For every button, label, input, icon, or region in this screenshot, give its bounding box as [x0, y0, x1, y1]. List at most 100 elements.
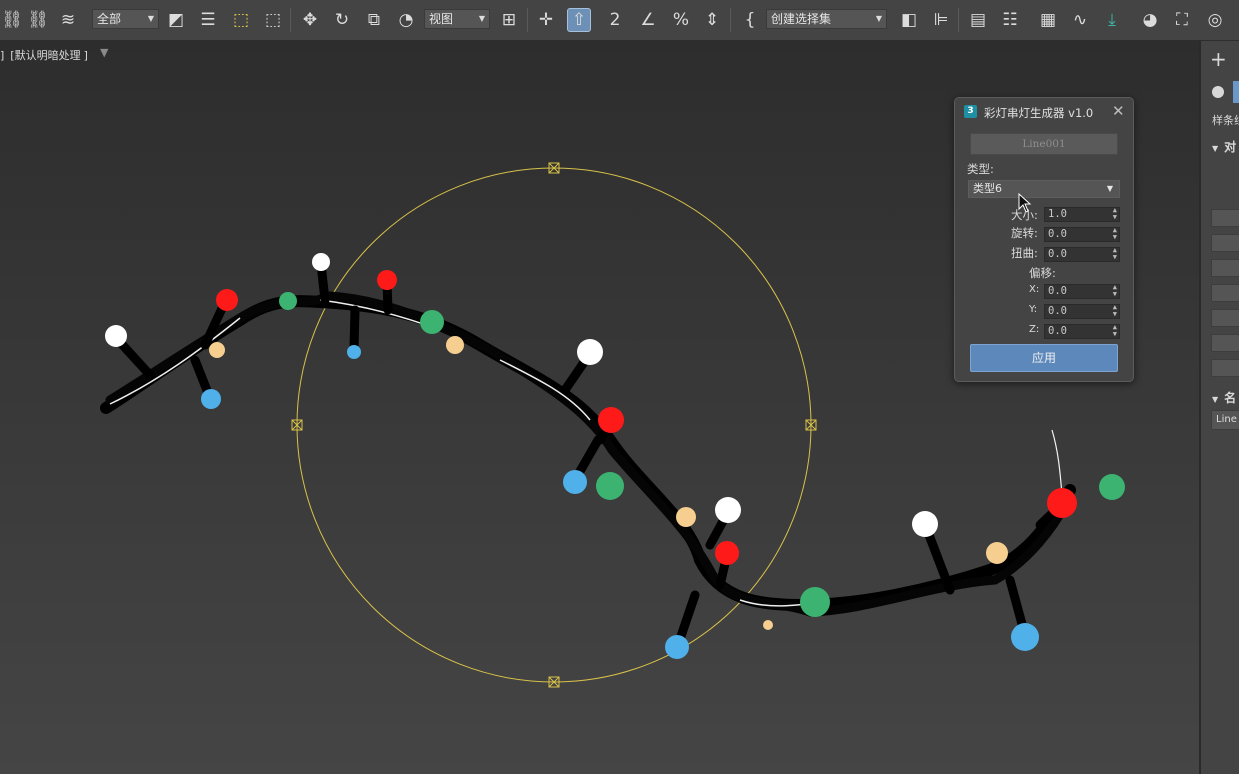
gizmo-handles[interactable]: [291, 162, 817, 688]
rectangular-selection-icon[interactable]: ⬚: [229, 8, 253, 32]
modify-tab-icon[interactable]: [1212, 86, 1224, 98]
layer-explorer-icon[interactable]: ☷: [998, 8, 1022, 32]
x-value: 0.0: [1048, 285, 1067, 297]
spinner-arrows-icon[interactable]: ▲ ▼: [1113, 207, 1117, 221]
link-icon[interactable]: ⛓: [0, 8, 24, 32]
bulb-white: [715, 497, 741, 523]
schematic-view-icon[interactable]: ⤓: [1100, 8, 1124, 32]
select-manipulate-icon[interactable]: ✛: [534, 8, 558, 32]
window-crossing-icon[interactable]: ⬚: [261, 8, 285, 32]
select-by-name-icon[interactable]: ☰: [196, 8, 220, 32]
type-dropdown[interactable]: 类型6 ▼: [968, 180, 1120, 198]
panel-button[interactable]: [1211, 284, 1239, 302]
twist-spinner[interactable]: 0.0 ▲ ▼: [1044, 247, 1120, 262]
bulb-white: [312, 253, 330, 271]
bulb-green: [596, 472, 624, 500]
type-dropdown-value: 类型6: [973, 182, 1002, 195]
selection-set-value: 创建选择集: [771, 12, 832, 26]
mouse-cursor-icon: [1018, 193, 1032, 213]
rotate-value: 0.0: [1048, 228, 1067, 240]
bulb-blue: [665, 635, 689, 659]
offset-z-spinner[interactable]: 0.0 ▲ ▼: [1044, 324, 1120, 339]
reference-coordinate-dropdown[interactable]: 视图 ▼: [424, 9, 490, 29]
object-name-value: Line: [1216, 414, 1237, 425]
panel-button[interactable]: [1211, 309, 1239, 327]
rollout-header-name[interactable]: ▼ 名: [1212, 389, 1236, 406]
rotate-gizmo-circle[interactable]: [296, 167, 812, 683]
toolbar-separator: [527, 8, 528, 32]
bulb-green: [1099, 474, 1125, 500]
panel-button[interactable]: [1211, 259, 1239, 277]
object-type-tab[interactable]: 样条线: [1212, 112, 1239, 128]
pivot-center-icon[interactable]: ⊞: [497, 8, 521, 32]
panel-button[interactable]: [1211, 234, 1239, 252]
bulb-white: [577, 339, 603, 365]
panel-button[interactable]: [1211, 359, 1239, 377]
scale-icon[interactable]: ⧉: [362, 8, 386, 32]
spline-line[interactable]: [1051, 429, 1063, 496]
offset-y-spinner[interactable]: 0.0 ▲ ▼: [1044, 304, 1120, 319]
apply-button[interactable]: 应用: [970, 344, 1118, 372]
align-icon[interactable]: ⊫: [929, 8, 953, 32]
twist-value: 0.0: [1048, 248, 1067, 260]
snaps-toggle-icon[interactable]: 2: [603, 8, 627, 32]
mirror-icon[interactable]: ◧: [897, 8, 921, 32]
spinner-snap-icon[interactable]: ⇕: [700, 8, 724, 32]
object-color-swatch[interactable]: [1233, 81, 1239, 103]
material-editor-icon[interactable]: ◕: [1138, 8, 1162, 32]
type-label: 类型:: [967, 162, 994, 176]
light-string-generator-dialog: 3 彩灯串灯生成器 v1.0 ✕ Line001 类型: 类型6 ▼ 大小: 1…: [954, 97, 1134, 382]
selection-filter-dropdown[interactable]: 全部 ▼: [92, 9, 159, 29]
chevron-down-icon: ▼: [1212, 144, 1219, 153]
placement-icon[interactable]: ◔: [394, 8, 418, 32]
twist-label: 扭曲:: [1011, 246, 1038, 260]
scene-explorer-icon[interactable]: ▤: [966, 8, 990, 32]
x-label: X:: [1029, 284, 1040, 295]
dialog-titlebar[interactable]: 3 彩灯串灯生成器 v1.0 ✕: [955, 98, 1133, 126]
chevron-down-icon: ▼: [478, 14, 485, 23]
curve-editor-icon[interactable]: ∿: [1068, 8, 1092, 32]
bulb-yellow: [986, 542, 1008, 564]
y-label: Y:: [1029, 304, 1038, 315]
named-selection-set-dropdown[interactable]: 创建选择集 ▼: [766, 9, 887, 29]
bulb-blue: [1011, 623, 1039, 651]
bulb-red: [715, 541, 739, 565]
unlink-icon[interactable]: ⛓: [26, 8, 50, 32]
panel-button[interactable]: [1211, 209, 1239, 227]
bulb-red: [1047, 488, 1077, 518]
bind-space-warp-icon[interactable]: ≋: [56, 8, 80, 32]
offset-x-spinner[interactable]: 0.0 ▲ ▼: [1044, 284, 1120, 299]
spinner-arrows-icon[interactable]: ▲ ▼: [1113, 227, 1117, 241]
toolbar-separator: [958, 8, 959, 32]
rendered-frame-icon[interactable]: ◎: [1203, 8, 1227, 32]
spinner-arrows-icon[interactable]: ▲ ▼: [1113, 324, 1117, 338]
rotate-spinner[interactable]: 0.0 ▲ ▼: [1044, 227, 1120, 242]
ribbon-toggle-icon[interactable]: ▦: [1036, 8, 1060, 32]
z-value: 0.0: [1048, 325, 1067, 337]
chevron-down-icon: ▼: [1106, 184, 1113, 193]
percent-snap-icon[interactable]: %: [669, 8, 693, 32]
object-name-field[interactable]: Line: [1211, 410, 1239, 430]
select-object-icon[interactable]: ◩: [164, 8, 188, 32]
rollout-title: 名: [1224, 391, 1237, 405]
pick-line-button[interactable]: Line001: [970, 133, 1118, 155]
create-tab-icon[interactable]: +: [1210, 47, 1227, 71]
edit-named-selection-icon[interactable]: {: [738, 8, 762, 32]
bulb-green: [420, 310, 444, 334]
toolbar-separator: [290, 8, 291, 32]
rotate-icon[interactable]: ↻: [330, 8, 354, 32]
angle-snap-icon[interactable]: ∠: [636, 8, 660, 32]
spinner-arrows-icon[interactable]: ▲ ▼: [1113, 247, 1117, 261]
spinner-arrows-icon[interactable]: ▲ ▼: [1113, 284, 1117, 298]
chevron-down-icon: ▼: [1212, 395, 1219, 404]
size-spinner[interactable]: 1.0 ▲ ▼: [1044, 207, 1120, 222]
panel-button[interactable]: [1211, 334, 1239, 352]
command-panel: + 样条线 ▼对 ▼名 Line: [1199, 41, 1239, 774]
spinner-arrows-icon[interactable]: ▲ ▼: [1113, 304, 1117, 318]
rollout-header-object[interactable]: ▼ 对: [1212, 138, 1236, 155]
bulb-blue: [347, 345, 361, 359]
move-icon[interactable]: ✥: [298, 8, 322, 32]
keyboard-shortcut-override-icon[interactable]: ⇧: [567, 8, 591, 32]
close-icon[interactable]: ✕: [1112, 102, 1125, 120]
render-setup-icon[interactable]: ⛶: [1170, 8, 1194, 32]
